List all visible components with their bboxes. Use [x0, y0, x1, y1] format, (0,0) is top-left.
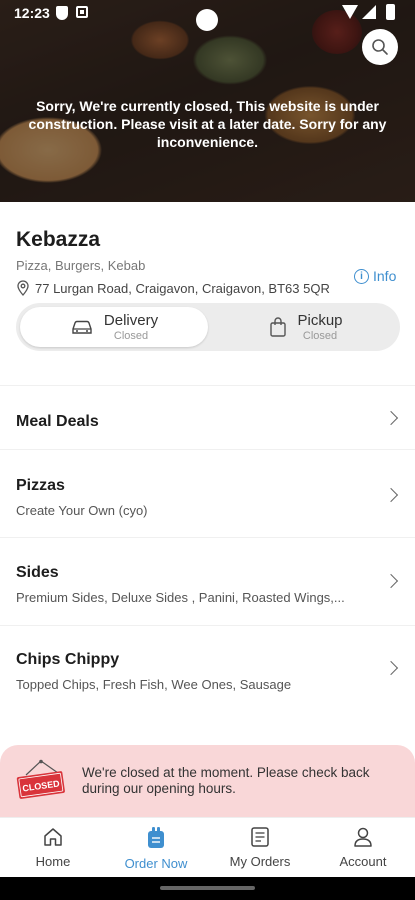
delivery-status: Closed	[113, 330, 149, 342]
nav-account[interactable]: Account	[311, 826, 415, 869]
category-title: Meal Deals	[16, 413, 99, 430]
info-label: Info	[373, 268, 397, 284]
category-subtitle: Premium Sides, Deluxe Sides , Panini, Ro…	[16, 590, 345, 605]
info-link[interactable]: i Info	[354, 268, 396, 284]
nav-home[interactable]: Home	[1, 826, 105, 869]
nav-order-now-label: Order Now	[124, 856, 188, 871]
nav-account-label: Account	[339, 854, 387, 869]
closed-sign-icon: CLOSED	[16, 759, 65, 799]
category-subtitle: Create Your Own (cyo)	[16, 503, 148, 518]
signal-icon	[362, 5, 376, 19]
search-button[interactable]	[362, 29, 398, 65]
restaurant-address: 77 Lurgan Road, Craigavon, Craigavon, BT…	[16, 280, 330, 296]
nav-order-now[interactable]: Order Now	[104, 826, 208, 871]
wifi-icon	[342, 5, 358, 19]
nav-my-orders[interactable]: My Orders	[208, 826, 312, 869]
chevron-right-icon	[383, 660, 399, 676]
category-row-meal-deals[interactable]: Meal Deals	[0, 386, 415, 450]
camera-cutout	[196, 9, 218, 31]
home-indicator[interactable]	[160, 886, 255, 890]
notification-icon	[76, 6, 88, 18]
chevron-right-icon	[383, 573, 399, 589]
pickup-label: Pickup	[297, 312, 343, 329]
user-icon	[354, 827, 372, 847]
order-mode-toggle: Delivery Closed Pickup Closed	[16, 303, 400, 351]
address-text: 77 Lurgan Road, Craigavon, Craigavon, BT…	[35, 280, 330, 296]
info-icon: i	[354, 268, 369, 284]
search-icon	[372, 39, 388, 55]
closed-message: We're closed at the moment. Please check…	[82, 765, 370, 796]
category-row-sides[interactable]: Sides Premium Sides, Deluxe Sides , Pani…	[0, 538, 415, 626]
restaurant-name: Kebazza	[16, 228, 101, 251]
order-bag-icon	[148, 827, 164, 848]
nav-my-orders-label: My Orders	[229, 854, 291, 869]
pickup-status: Closed	[302, 330, 338, 342]
restaurant-cuisine: Pizza, Burgers, Kebab	[16, 258, 146, 273]
delivery-option[interactable]: Delivery Closed	[20, 307, 208, 347]
system-gesture-bar	[0, 877, 415, 900]
category-row-chips-chippy[interactable]: Chips Chippy Topped Chips, Fresh Fish, W…	[0, 626, 415, 716]
bottom-navigation: Home Order Now My Orders Account	[0, 817, 415, 877]
shopping-bag-icon	[270, 317, 287, 337]
battery-icon	[386, 4, 395, 20]
status-time: 12:23	[14, 5, 50, 21]
category-row-pizzas[interactable]: Pizzas Create Your Own (cyo)	[0, 450, 415, 538]
closed-notice: Sorry, We're currently closed, This webs…	[28, 98, 387, 150]
category-title: Pizzas	[16, 477, 65, 494]
car-icon	[72, 320, 92, 334]
receipt-icon	[251, 827, 269, 847]
delivery-label: Delivery	[103, 312, 159, 329]
nav-home-label: Home	[35, 854, 71, 869]
category-subtitle: Topped Chips, Fresh Fish, Wee Ones, Saus…	[16, 677, 292, 692]
category-title: Chips Chippy	[16, 651, 120, 668]
shield-icon	[56, 6, 68, 20]
status-bar: 12:23	[0, 0, 415, 31]
pickup-option[interactable]: Pickup Closed	[212, 307, 400, 347]
location-pin-icon	[17, 280, 29, 296]
category-title: Sides	[16, 564, 59, 581]
chevron-right-icon	[383, 410, 399, 426]
home-icon	[44, 828, 62, 846]
closed-banner: CLOSED We're closed at the moment. Pleas…	[0, 745, 415, 817]
chevron-right-icon	[383, 487, 399, 503]
